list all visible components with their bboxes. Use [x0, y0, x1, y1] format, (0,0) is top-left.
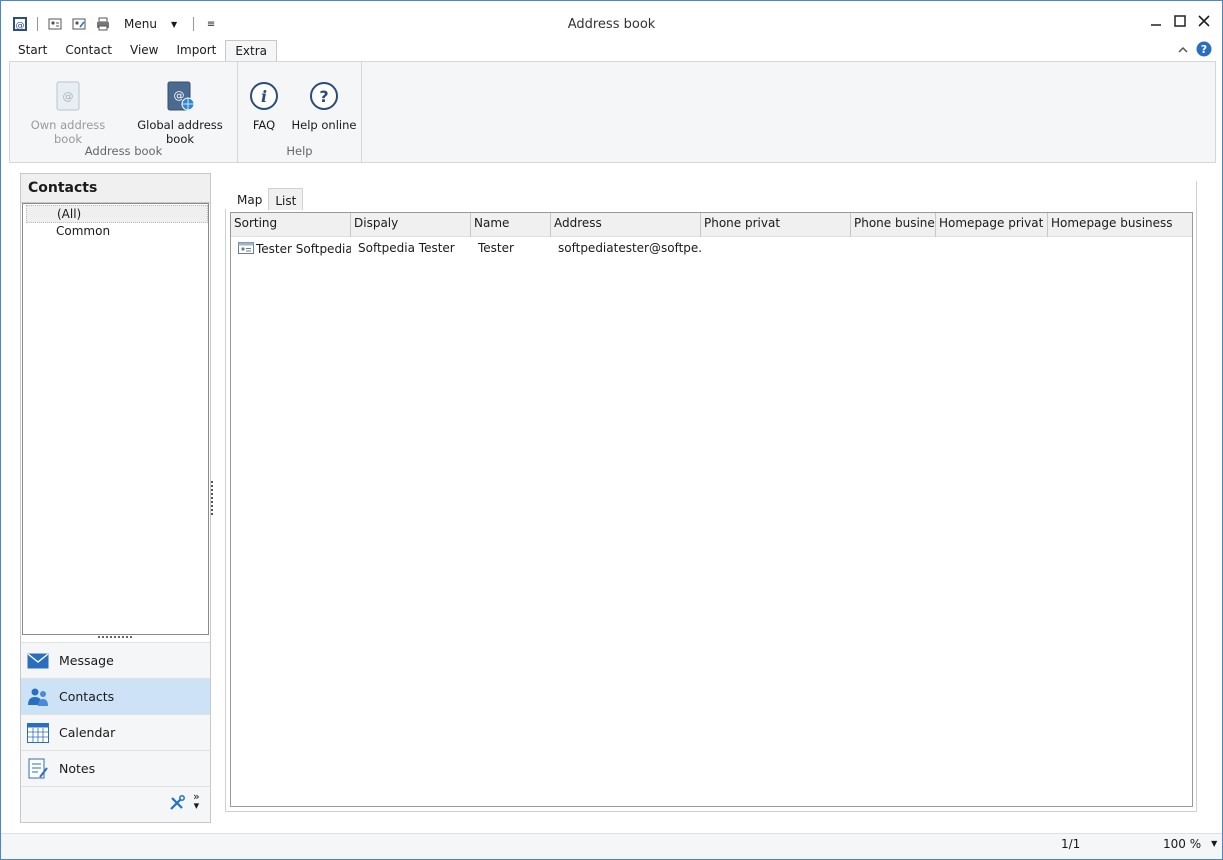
content-frame: Sorting Dispaly Name Address Phone priva…	[225, 181, 1197, 812]
cell-display: Softpedia Tester	[358, 241, 455, 255]
pane-splitter[interactable]	[211, 481, 214, 515]
column-header-homepage-privat[interactable]: Homepage privat	[936, 213, 1048, 237]
contact-folder-tree: (All) Common	[22, 203, 209, 635]
ribbon-group-address-book: @ Own address book @ Global address book…	[10, 62, 238, 162]
contacts-list-grid: Sorting Dispaly Name Address Phone priva…	[230, 212, 1193, 807]
column-header-phone-business[interactable]: Phone business	[851, 213, 936, 237]
table-row[interactable]: Tester Softpedia Softpedia Tester Tester…	[231, 239, 1192, 259]
nav-pane-title: Contacts	[21, 174, 210, 203]
nav-overflow-icon[interactable]: » ▾	[193, 791, 200, 811]
chevron-down-icon: ▼	[1211, 839, 1218, 848]
minimize-icon[interactable]	[1148, 13, 1164, 29]
nav-calendar-label: Calendar	[59, 725, 116, 740]
own-address-book-label: Own address book	[30, 118, 106, 146]
help-online-button[interactable]: ? Help online	[290, 78, 358, 132]
nav-notes-label: Notes	[59, 761, 96, 776]
nav-pane-footer: » ▾	[21, 786, 210, 822]
nav-pane-resize-grip[interactable]	[98, 636, 132, 640]
edit-contact-icon[interactable]	[70, 15, 88, 33]
chevron-down-icon: ▼	[170, 19, 178, 29]
global-address-book-label: Global address book	[137, 118, 223, 146]
title-bar: @ Menu ▼ ≡ Address book	[1, 1, 1222, 39]
cell-address: softpediatester@softpe...	[558, 241, 701, 255]
help-icon[interactable]: ?	[1196, 41, 1212, 60]
column-header-address[interactable]: Address	[551, 213, 701, 237]
nav-message-button[interactable]: Message	[21, 642, 210, 678]
ribbon-group-label: Address book	[84, 144, 163, 158]
qat-menu-label: Menu	[124, 17, 157, 31]
new-contact-icon[interactable]	[46, 15, 64, 33]
cell-sorting-text: Tester Softpedia	[256, 242, 351, 256]
svg-text:@: @	[16, 21, 25, 31]
tab-view[interactable]: View	[121, 40, 167, 62]
nav-notes-button[interactable]: Notes	[21, 750, 210, 786]
tab-import[interactable]: Import	[168, 40, 226, 62]
quick-access-toolbar: @ Menu ▼ ≡	[11, 13, 220, 35]
question-icon: ?	[306, 78, 342, 114]
tree-item-common[interactable]: Common	[26, 223, 208, 241]
calendar-icon	[26, 721, 50, 745]
ribbon-panel: @ Own address book @ Global address book…	[9, 61, 1216, 163]
faq-button[interactable]: i FAQ	[244, 78, 284, 132]
column-header-display[interactable]: Dispaly	[351, 213, 471, 237]
column-header-sorting[interactable]: Sorting	[231, 213, 351, 237]
notes-icon	[26, 757, 50, 781]
view-tabs: Map List	[231, 188, 304, 210]
svg-text:@: @	[63, 90, 74, 103]
zoom-level: 100 %	[1163, 837, 1202, 851]
contact-card-icon	[238, 241, 254, 258]
tab-contact[interactable]: Contact	[56, 40, 121, 62]
customize-qat-icon[interactable]: ≡	[202, 15, 220, 33]
info-icon: i	[246, 78, 282, 114]
app-icon[interactable]: @	[11, 15, 29, 33]
qat-menu[interactable]: Menu ▼	[124, 17, 177, 31]
qat-separator	[37, 17, 38, 31]
app-window: @ Menu ▼ ≡ Address book Start Contact Vi…	[0, 0, 1223, 860]
cell-name: Tester	[478, 241, 514, 255]
collapse-ribbon-icon[interactable]	[1178, 44, 1188, 58]
tab-list[interactable]: List	[268, 188, 304, 210]
configure-nav-icon[interactable]	[169, 795, 185, 814]
own-address-book-button[interactable]: @ Own address book	[18, 78, 118, 146]
tab-start[interactable]: Start	[9, 40, 56, 62]
column-header-name[interactable]: Name	[471, 213, 551, 237]
envelope-icon	[26, 649, 50, 673]
grid-header: Sorting Dispaly Name Address Phone priva…	[231, 213, 1192, 237]
global-address-book-button[interactable]: @ Global address book	[124, 78, 236, 146]
page-indicator: 1/1	[1061, 837, 1081, 851]
nav-calendar-button[interactable]: Calendar	[21, 714, 210, 750]
print-icon[interactable]	[94, 15, 112, 33]
cell-sorting: Tester Softpedia	[235, 239, 351, 259]
global-address-book-icon: @	[162, 78, 198, 114]
column-header-homepage-business[interactable]: Homepage business	[1048, 213, 1190, 237]
zoom-control[interactable]: 100 % ▼	[1163, 837, 1217, 851]
svg-text:?: ?	[319, 87, 328, 106]
close-icon[interactable]	[1196, 13, 1212, 29]
ribbon-group-label: Help	[286, 144, 313, 158]
status-bar: 1/1 100 % ▼	[1, 833, 1222, 859]
faq-label: FAQ	[252, 118, 276, 132]
ribbon-right-controls: ?	[1178, 41, 1212, 60]
ribbon-tabs: Start Contact View Import Extra	[9, 40, 278, 62]
tab-extra[interactable]: Extra	[225, 40, 278, 62]
nav-contacts-label: Contacts	[59, 689, 115, 704]
window-controls	[1148, 13, 1212, 29]
nav-contacts-button[interactable]: Contacts	[21, 678, 210, 714]
tab-map[interactable]: Map	[231, 188, 268, 210]
tree-item-all[interactable]: (All)	[26, 205, 208, 223]
help-online-label: Help online	[291, 118, 357, 132]
svg-text:i: i	[261, 87, 267, 106]
qat-separator	[193, 17, 195, 31]
contacts-icon	[26, 685, 50, 709]
ribbon-group-help: i FAQ ? Help online Help	[238, 62, 362, 162]
nav-message-label: Message	[59, 653, 114, 668]
maximize-icon[interactable]	[1172, 13, 1188, 29]
address-book-icon: @	[50, 78, 86, 114]
svg-text:?: ?	[1201, 43, 1207, 56]
column-header-phone-privat[interactable]: Phone privat	[701, 213, 851, 237]
navigation-pane: Contacts (All) Common Message Contacts C…	[20, 173, 211, 823]
